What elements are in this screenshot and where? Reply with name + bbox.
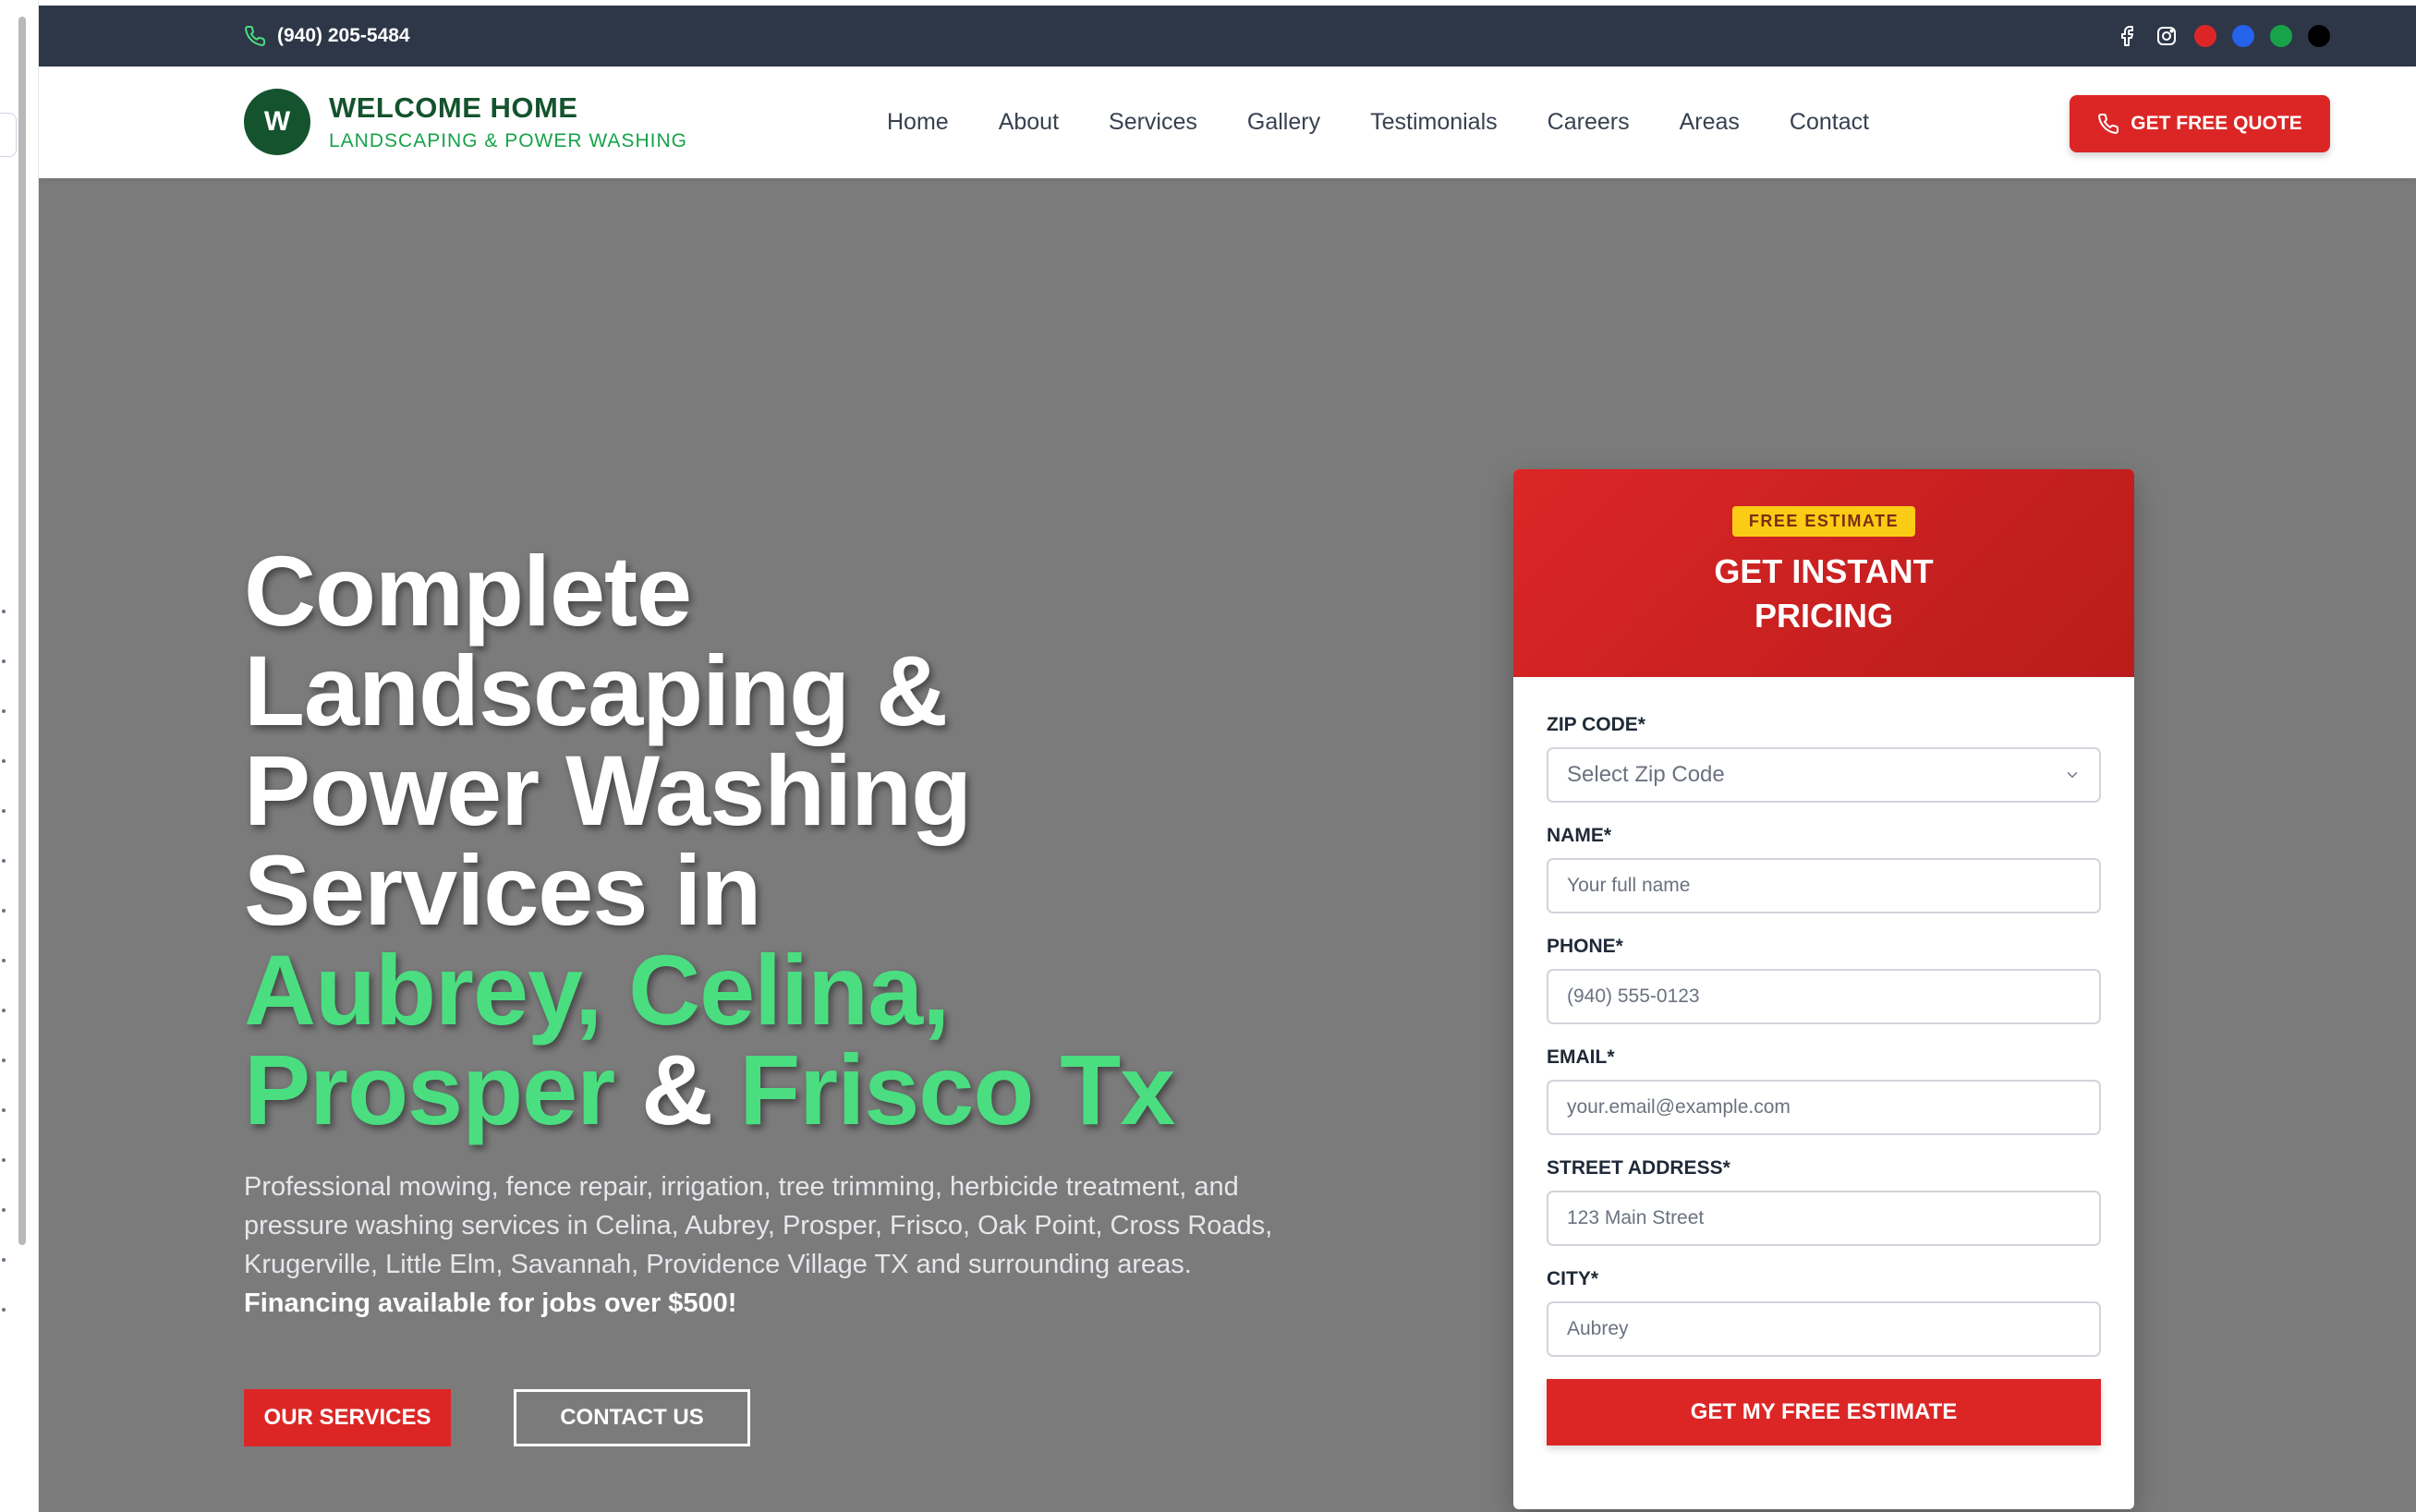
name-field[interactable]: Your full name	[1547, 858, 2101, 913]
city-label: CITY*	[1547, 1268, 1599, 1289]
estimate-title: GET INSTANT PRICING	[1513, 550, 2134, 638]
hero-city-prosper: Prosper	[244, 1034, 615, 1145]
hero-title: Complete Landscaping & Power Washing Ser…	[244, 541, 1306, 1140]
zip-code-placeholder: Select Zip Code	[1567, 762, 1725, 787]
brand-title: WELCOME HOME	[329, 91, 578, 124]
hero-line-4: Services in	[244, 834, 761, 946]
social-links	[2115, 6, 2330, 67]
estimate-title-line-2: PRICING	[1754, 597, 1893, 635]
nav-gallery[interactable]: Gallery	[1247, 109, 1320, 136]
get-free-quote-label: GET FREE QUOTE	[2131, 113, 2302, 134]
main-nav: W WELCOME HOME LANDSCAPING & POWER WASHI…	[39, 67, 2416, 178]
hero-ampersand: &	[614, 1034, 740, 1145]
phone-label: PHONE*	[1547, 936, 1623, 957]
black-social-dot[interactable]	[2308, 25, 2330, 47]
estimate-form: ZIP CODE* Select Zip Code NAME* Your ful…	[1513, 677, 2134, 1445]
brand-logo[interactable]: W WELCOME HOME LANDSCAPING & POWER WASHI…	[244, 89, 687, 155]
nav-testimonials[interactable]: Testimonials	[1370, 109, 1498, 136]
logo-mark: W	[244, 89, 310, 155]
zip-code-label: ZIP CODE*	[1547, 714, 1645, 735]
hero-line-1: Complete	[244, 535, 692, 647]
get-free-quote-button[interactable]: GET FREE QUOTE	[2070, 95, 2330, 152]
hero-line-3: Power Washing	[244, 734, 972, 846]
chevron-down-icon	[2067, 772, 2078, 778]
gutter-tab[interactable]	[0, 113, 17, 157]
top-bar: (940) 205-5484	[39, 6, 2416, 67]
email-field[interactable]: your.email@example.com	[1547, 1080, 2101, 1135]
hero-line-2: Landscaping &	[244, 635, 948, 746]
nav-services[interactable]: Services	[1109, 109, 1197, 136]
get-free-estimate-button[interactable]: GET MY FREE ESTIMATE	[1547, 1379, 2101, 1445]
editor-gutter	[0, 0, 39, 1512]
nav-home[interactable]: Home	[887, 109, 949, 136]
phone-field[interactable]: (940) 555-0123	[1547, 969, 2101, 1024]
website-page: (940) 205-5484 W WELCOME HOME LANDSCAPIN…	[39, 6, 2416, 1512]
hero-description-text: Professional mowing, fence repair, irrig…	[244, 1172, 1273, 1279]
zip-code-select[interactable]: Select Zip Code	[1547, 747, 2101, 803]
nav-careers[interactable]: Careers	[1548, 109, 1630, 136]
hero-cities-1: Aubrey, Celina,	[244, 934, 950, 1046]
red-social-dot[interactable]	[2194, 25, 2216, 47]
gutter-markers	[2, 610, 7, 1358]
email-label: EMAIL*	[1547, 1046, 1615, 1068]
green-social-dot[interactable]	[2270, 25, 2292, 47]
top-phone-link[interactable]: (940) 205-5484	[244, 6, 410, 67]
our-services-button[interactable]: OUR SERVICES	[244, 1389, 451, 1446]
instagram-icon[interactable]	[2155, 24, 2179, 48]
phone-icon	[2098, 113, 2119, 134]
estimate-form-card: FREE ESTIMATE GET INSTANT PRICING ZIP CO…	[1513, 469, 2134, 1509]
street-address-field[interactable]: 123 Main Street	[1547, 1191, 2101, 1246]
estimate-header: FREE ESTIMATE GET INSTANT PRICING	[1513, 469, 2134, 677]
contact-us-button[interactable]: CONTACT US	[514, 1389, 750, 1446]
gutter-scrollbar[interactable]	[18, 17, 26, 1245]
street-address-label: STREET ADDRESS*	[1547, 1157, 1730, 1179]
phone-icon	[245, 25, 266, 46]
free-estimate-badge: FREE ESTIMATE	[1731, 506, 1916, 537]
nav-links: Home About Services Gallery Testimonials…	[887, 67, 1869, 178]
top-phone-number: (940) 205-5484	[277, 25, 410, 46]
blue-social-dot[interactable]	[2232, 25, 2254, 47]
hero-city-frisco: Frisco Tx	[739, 1034, 1175, 1145]
city-field[interactable]: Aubrey	[1547, 1301, 2101, 1357]
financing-note: Financing available for jobs over $500!	[244, 1288, 737, 1318]
estimate-title-line-1: GET INSTANT	[1714, 552, 1934, 590]
name-label: NAME*	[1547, 825, 1612, 846]
nav-areas[interactable]: Areas	[1680, 109, 1740, 136]
hero-description: Professional mowing, fence repair, irrig…	[244, 1167, 1279, 1323]
nav-contact[interactable]: Contact	[1790, 109, 1869, 136]
nav-about[interactable]: About	[999, 109, 1059, 136]
brand-subtitle: LANDSCAPING & POWER WASHING	[329, 130, 687, 151]
facebook-icon[interactable]	[2115, 24, 2139, 48]
